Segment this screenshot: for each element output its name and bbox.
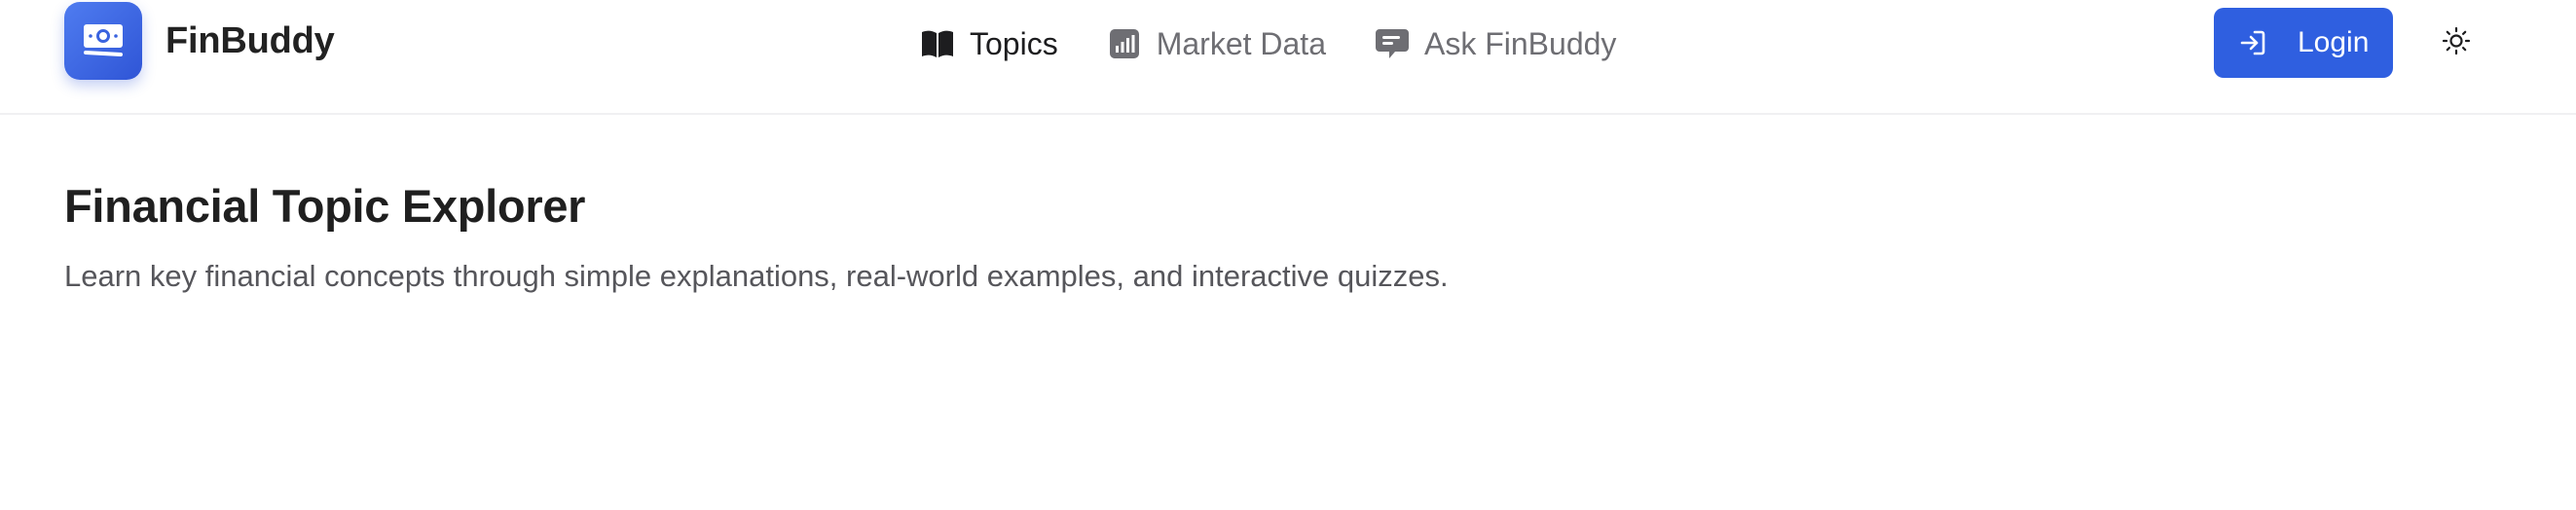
nav-item-ask-finbuddy[interactable]: Ask FinBuddy — [1375, 26, 1616, 62]
book-open-icon — [920, 26, 955, 61]
brand-name: FinBuddy — [166, 19, 335, 61]
top-navbar: FinBuddy Topics Market Data Ask FinBuddy… — [0, 0, 2576, 115]
page-subtitle: Learn key financial concepts through sim… — [64, 259, 1449, 293]
banknote-icon — [64, 2, 142, 80]
brand[interactable]: FinBuddy — [64, 2, 335, 80]
chat-bubble-icon — [1375, 26, 1410, 61]
nav-item-market-data[interactable]: Market Data — [1107, 26, 1326, 62]
sun-icon — [2442, 26, 2471, 60]
nav-item-label: Topics — [970, 25, 1058, 61]
bar-chart-icon — [1107, 26, 1142, 61]
nav-item-label: Market Data — [1156, 25, 1326, 61]
theme-toggle[interactable] — [2437, 23, 2476, 62]
login-label: Login — [2298, 26, 2370, 58]
nav-item-label: Ask FinBuddy — [1423, 25, 1617, 61]
page-title: Financial Topic Explorer — [64, 180, 586, 232]
login-button[interactable]: Login — [2214, 8, 2393, 78]
log-in-icon — [2237, 27, 2268, 58]
nav-item-topics[interactable]: Topics — [920, 26, 1058, 62]
main-nav: Topics Market Data Ask FinBuddy — [920, 21, 1616, 66]
